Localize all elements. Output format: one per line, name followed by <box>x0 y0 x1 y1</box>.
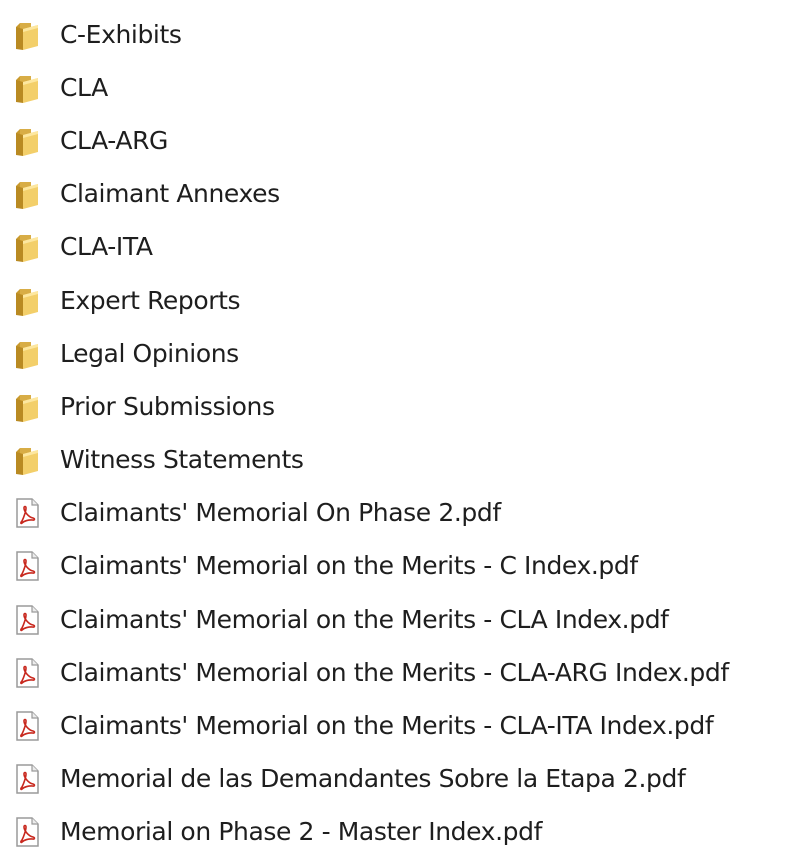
file-item[interactable]: Claimants' Memorial On Phase 2.pdf <box>0 487 803 540</box>
pdf-file-icon <box>11 710 43 742</box>
pdf-file-icon <box>11 497 43 529</box>
pdf-file-icon <box>11 657 43 689</box>
pdf-file-icon <box>11 604 43 636</box>
folder-item[interactable]: Legal Opinions <box>0 327 803 380</box>
item-name: Expert Reports <box>60 285 241 315</box>
file-item[interactable]: Memorial de las Demandantes Sobre la Eta… <box>0 753 803 806</box>
folder-icon <box>11 391 43 423</box>
item-name: Claimants' Memorial on the Merits - CLA-… <box>60 657 729 687</box>
file-list: C-Exhibits CLA CLA-ARG Claimant Annexes … <box>0 8 803 859</box>
folder-item[interactable]: Claimant Annexes <box>0 168 803 221</box>
file-item[interactable]: Claimants' Memorial on the Merits - CLA … <box>0 593 803 646</box>
folder-icon <box>11 231 43 263</box>
folder-item[interactable]: CLA-ARG <box>0 114 803 167</box>
file-item[interactable]: Claimants' Memorial on the Merits - C In… <box>0 540 803 593</box>
folder-icon <box>11 19 43 51</box>
item-name: Claimants' Memorial on the Merits - CLA … <box>60 604 669 634</box>
item-name: Claimants' Memorial on the Merits - CLA-… <box>60 711 714 741</box>
folder-icon <box>11 338 43 370</box>
folder-item[interactable]: Witness Statements <box>0 434 803 487</box>
file-item[interactable]: Claimants' Memorial on the Merits - CLA-… <box>0 646 803 699</box>
folder-item[interactable]: C-Exhibits <box>0 8 803 61</box>
pdf-file-icon <box>11 763 43 795</box>
folder-item[interactable]: Prior Submissions <box>0 380 803 433</box>
item-name: CLA-ARG <box>60 125 169 155</box>
item-name: Claimant Annexes <box>60 179 280 209</box>
item-name: Witness Statements <box>60 445 304 475</box>
item-name: Memorial de las Demandantes Sobre la Eta… <box>60 764 686 794</box>
item-name: Legal Opinions <box>60 338 239 368</box>
item-name: C-Exhibits <box>60 19 182 49</box>
pdf-file-icon <box>11 816 43 848</box>
pdf-file-icon <box>11 550 43 582</box>
item-name: Prior Submissions <box>60 391 275 421</box>
folder-item[interactable]: Expert Reports <box>0 274 803 327</box>
item-name: Claimants' Memorial On Phase 2.pdf <box>60 498 501 528</box>
item-name: CLA <box>60 72 108 102</box>
folder-icon <box>11 125 43 157</box>
folder-item[interactable]: CLA-ITA <box>0 221 803 274</box>
file-item[interactable]: Claimants' Memorial on the Merits - CLA-… <box>0 699 803 752</box>
file-item[interactable]: Memorial on Phase 2 - Master Index.pdf <box>0 806 803 859</box>
folder-item[interactable]: CLA <box>0 61 803 114</box>
item-name: CLA-ITA <box>60 232 153 262</box>
folder-icon <box>11 72 43 104</box>
item-name: Memorial on Phase 2 - Master Index.pdf <box>60 817 542 847</box>
folder-icon <box>11 285 43 317</box>
folder-icon <box>11 444 43 476</box>
folder-icon <box>11 178 43 210</box>
item-name: Claimants' Memorial on the Merits - C In… <box>60 551 638 581</box>
